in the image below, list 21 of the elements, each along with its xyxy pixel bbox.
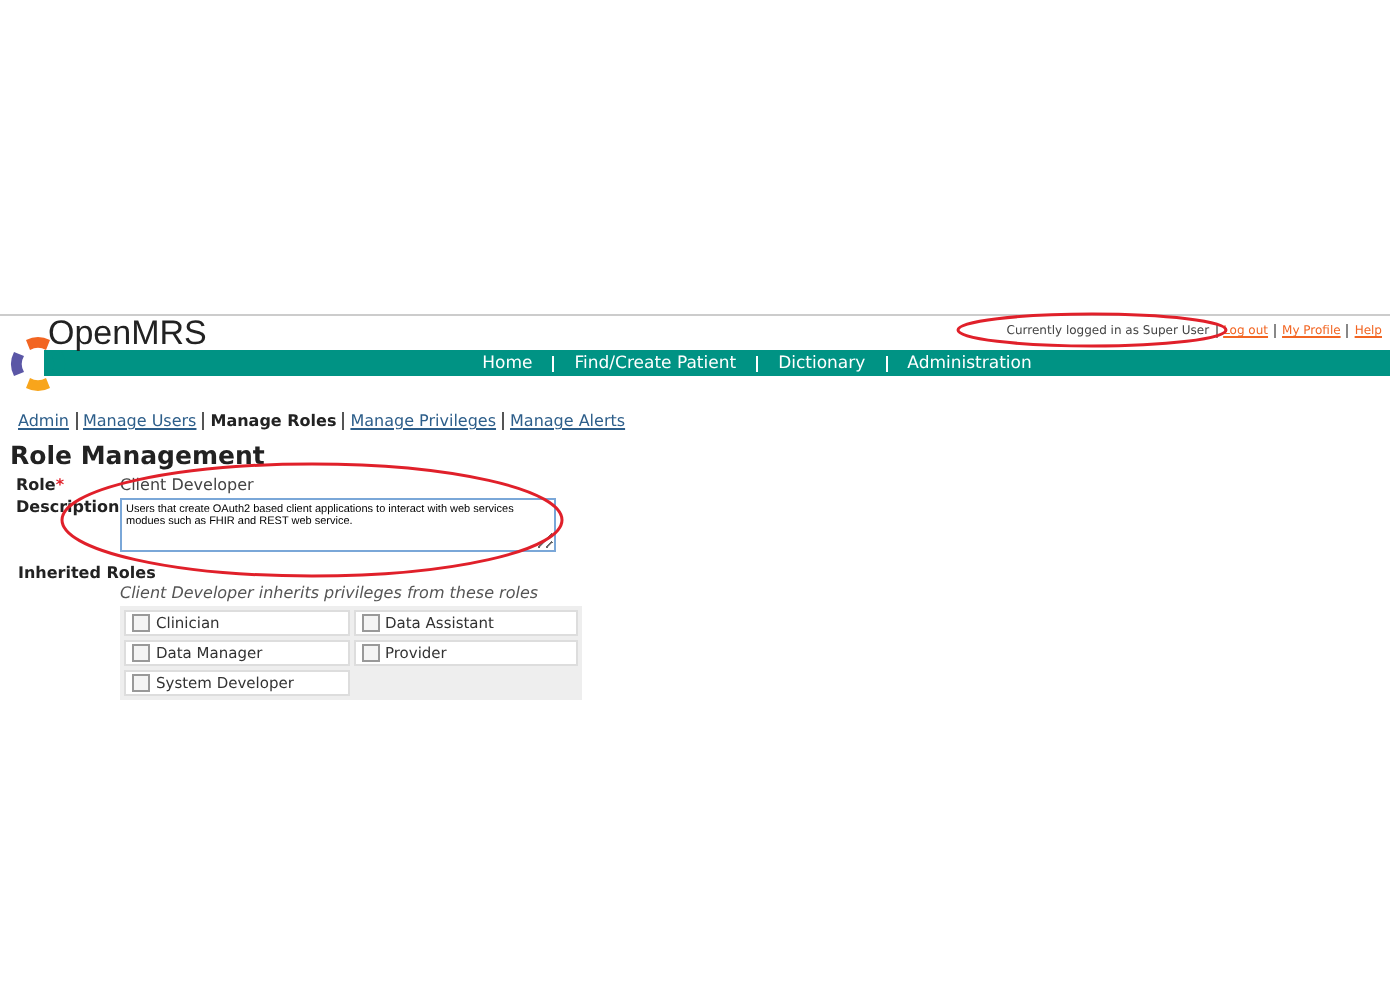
nav-link[interactable]: Administration (885, 355, 1032, 371)
breadcrumb-link[interactable]: Manage Privileges (342, 412, 497, 430)
breadcrumb-link[interactable]: Manage Users (75, 412, 197, 430)
app-name: OpenMRS (48, 316, 207, 350)
breadcrumb-link[interactable]: Manage Alerts (502, 412, 626, 430)
role-checkbox[interactable] (132, 614, 150, 632)
required-mark: * (55, 476, 65, 494)
role-checkbox[interactable] (361, 614, 379, 632)
role-label: Role (16, 476, 56, 494)
nav-link[interactable]: Dictionary (756, 355, 866, 371)
nav-link[interactable]: Find/Create Patient (552, 355, 737, 371)
page-title: Role Management (10, 440, 267, 470)
breadcrumb-link[interactable]: Admin (18, 412, 69, 430)
nav-link[interactable]: Home (482, 353, 533, 373)
role-checkbox[interactable] (132, 644, 150, 662)
role-checkbox[interactable] (361, 644, 379, 662)
inherited-roles-label: Inherited Roles (18, 564, 158, 582)
role-checkbox[interactable] (132, 674, 150, 692)
inherited-hint: Client Developer inherits privileges from these roles (120, 584, 541, 602)
role-value: Client Developer (120, 476, 256, 494)
breadcrumb-link[interactable]: Manage Roles (202, 412, 337, 430)
